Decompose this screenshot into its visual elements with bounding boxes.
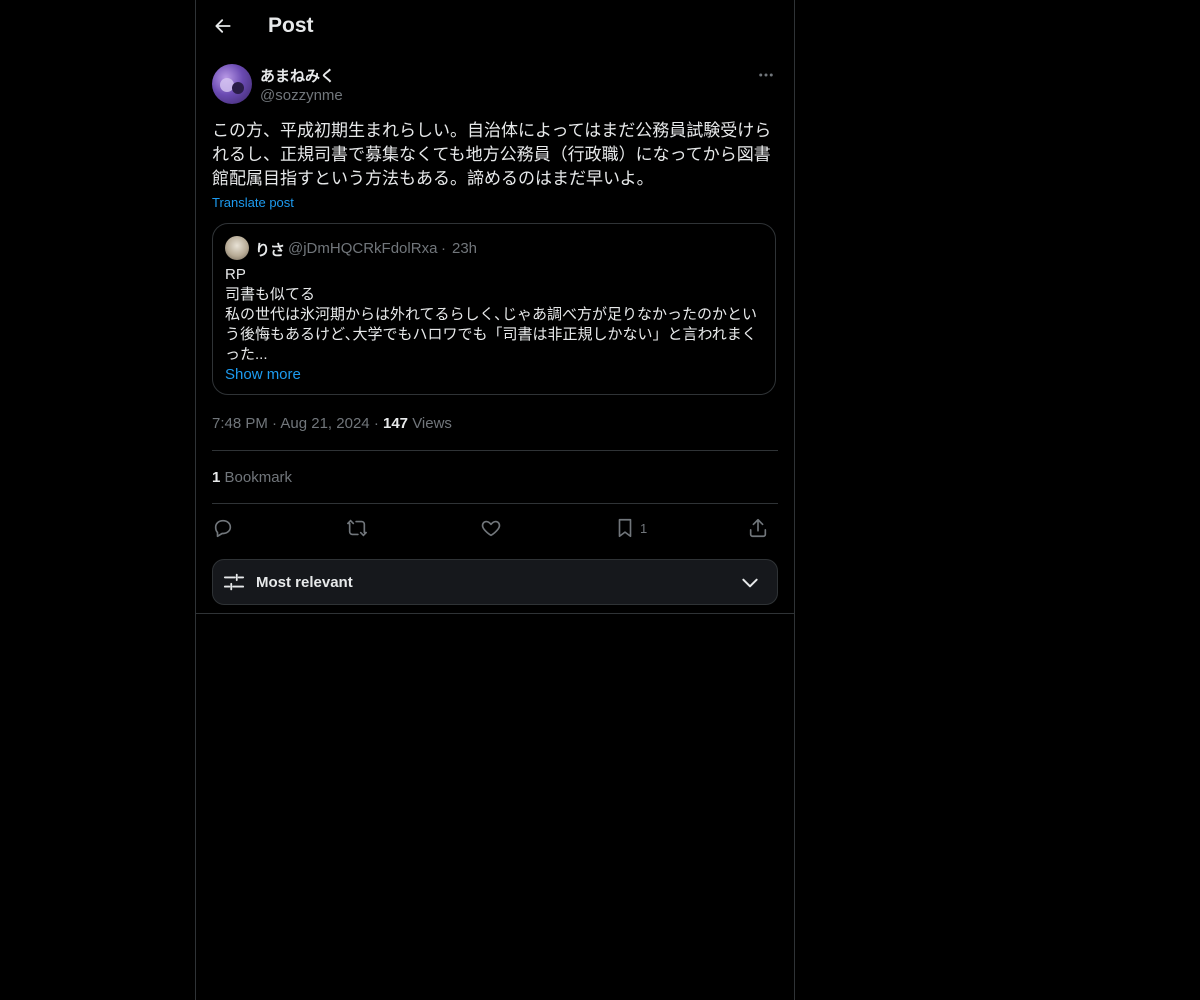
sliders-icon [223,573,245,591]
quoted-post-time: 23h [452,240,478,257]
more-horizontal-icon [759,73,773,77]
bookmark-stat-label: Bookmark [224,469,293,486]
post-metadata: 7:48 PM · Aug 21, 2024 · 147 Views [212,415,452,432]
page-header: Post [196,0,794,54]
translate-post-link[interactable]: Translate post [212,195,294,210]
reply-icon [214,519,232,538]
views-count: 147 [382,415,409,432]
back-button[interactable] [206,9,240,43]
author-display-name[interactable]: あまねみく [260,65,335,86]
separator-dot: · [441,240,446,257]
author-handle[interactable]: @sozzynme [260,87,343,104]
heart-icon [481,520,501,537]
repost-button[interactable] [345,512,369,544]
quoted-author-handle: @jDmHQCRkFdolRxa [288,240,438,257]
chevron-down-icon [742,578,758,588]
like-button[interactable] [480,512,502,544]
reply-sort-dropdown[interactable]: Most relevant [212,559,778,605]
share-icon [749,518,767,538]
sort-label: Most relevant [256,574,353,591]
quoted-post-text: RP 司書も似てる 私の世代は氷河期からは外れてるらしく､じゃあ調べ方が足りなか… [225,266,758,363]
bookmark-icon [618,518,632,538]
views-label: Views [412,415,452,432]
bookmark-stats[interactable]: 1 Bookmark [212,469,292,486]
bookmark-button[interactable]: 1 [614,512,647,544]
quoted-post[interactable]: りさ @jDmHQCRkFdolRxa · 23h RP 司書も似てる 私の世代… [212,223,776,395]
page-title: Post [268,14,314,37]
post-text: この方、平成初期生まれらしい。自治体によってはまだ公務員試験受けられるし、正規司… [212,121,772,188]
bookmark-count: 1 [640,520,648,536]
author-avatar[interactable] [212,64,252,104]
post-time[interactable]: 7:48 PM [212,415,268,432]
show-more-link[interactable]: Show more [225,366,301,383]
arrow-left-icon [215,19,231,33]
quoted-author-name: りさ [255,242,286,259]
main-column: Post あまねみく @sozzynme この方、平成初期生まれらしい。自治体に… [195,0,795,1000]
share-button[interactable] [747,512,769,544]
action-bar: 1 [212,512,778,544]
post-date[interactable]: Aug 21, 2024 [280,415,369,432]
repost-icon [347,519,367,537]
divider [212,450,778,451]
more-options-button[interactable] [752,62,780,88]
divider [212,503,778,504]
bookmark-stat-count: 1 [212,469,221,486]
quoted-author-avatar [225,236,249,260]
reply-button[interactable] [212,512,234,544]
divider [196,613,794,614]
